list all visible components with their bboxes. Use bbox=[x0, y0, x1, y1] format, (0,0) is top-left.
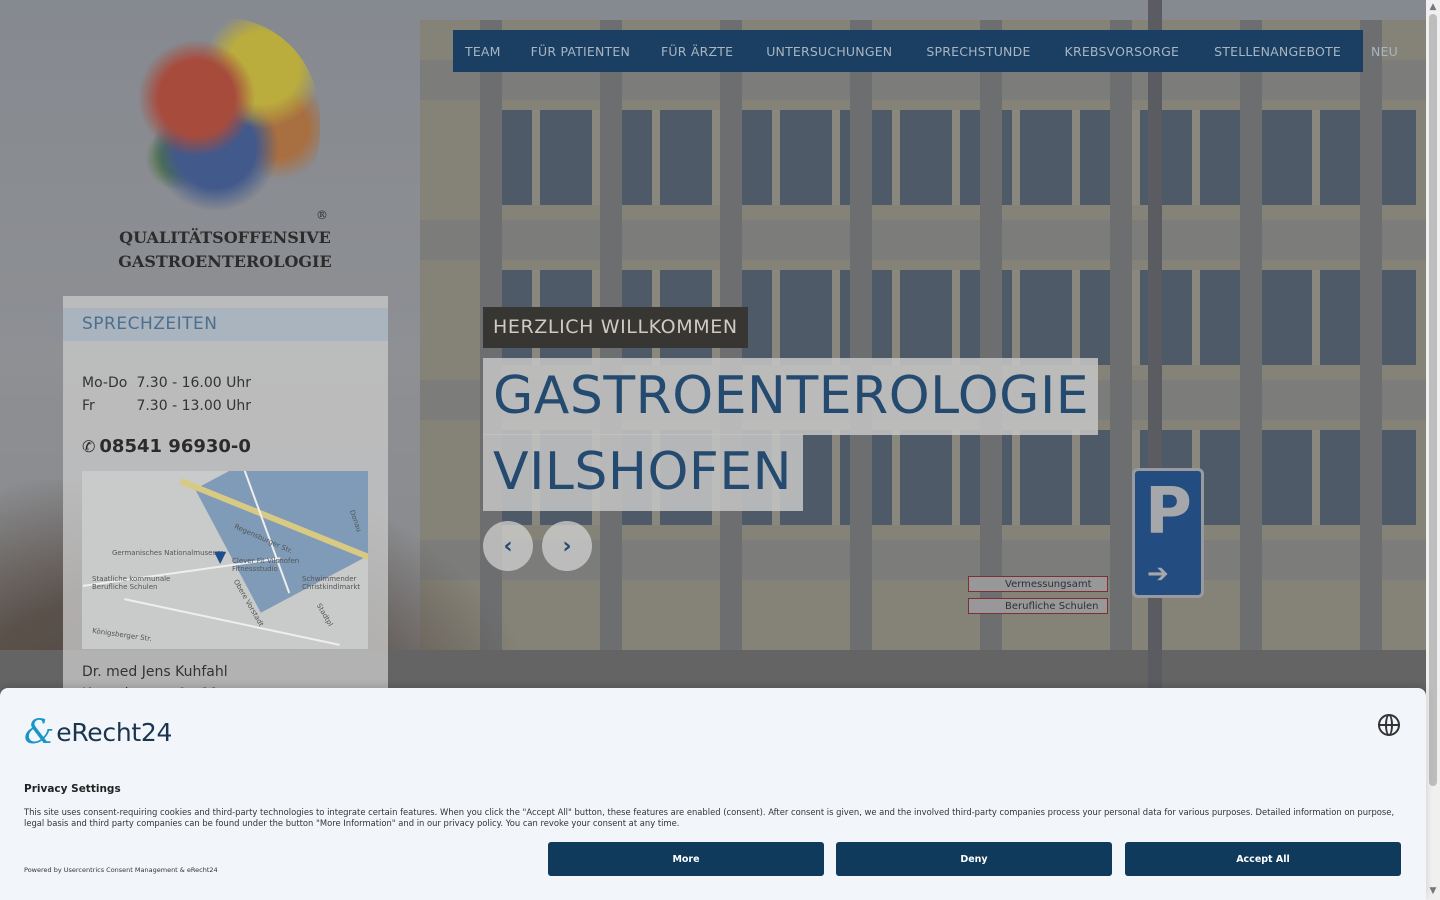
main-nav: TEAM FÜR PATIENTEN FÜR ÄRZTE UNTERSUCHUN… bbox=[453, 30, 1398, 72]
sprechzeiten-heading: SPRECHZEITEN bbox=[63, 308, 388, 341]
phone-icon: ✆ bbox=[82, 437, 96, 456]
consent-banner: & eRecht24 Privacy Settings This site us… bbox=[0, 688, 1426, 900]
welcome-banner: HERZLICH WILLKOMMEN bbox=[483, 307, 748, 348]
registered-mark: ® bbox=[316, 208, 328, 222]
map-street bbox=[124, 598, 340, 646]
map-pin-icon: ▼ bbox=[214, 547, 227, 566]
title-box-1: GASTROENTEROLOGIE bbox=[483, 358, 1098, 435]
nav-item-fuer-aerzte[interactable]: FÜR ÄRZTE bbox=[661, 44, 733, 59]
map-label: Clever Fit Vilshofen Fitnessstudio bbox=[232, 557, 300, 573]
location-map[interactable]: Regensburger Str. Königsberger Str. Germ… bbox=[82, 471, 368, 649]
hours-day: Mo-Do bbox=[82, 375, 128, 391]
nav-item-fuer-patienten[interactable]: FÜR PATIENTEN bbox=[531, 44, 630, 59]
accept-all-button[interactable]: Accept All bbox=[1125, 842, 1401, 876]
more-button[interactable]: More bbox=[548, 842, 824, 876]
nav-item-neu[interactable]: NEU bbox=[1371, 44, 1398, 59]
hero-title-line-2: VILSHOFEN bbox=[493, 442, 793, 502]
hours-row: Fr 7.30 - 13.00 Uhr bbox=[82, 395, 251, 418]
sidebar: SPRECHZEITEN Mo-Do 7.30 - 16.00 Uhr Fr 7… bbox=[63, 296, 388, 726]
doctor-name: Dr. med Jens Kuhfahl bbox=[82, 664, 228, 680]
map-label: Königsberger Str. bbox=[91, 626, 153, 644]
logo-splash-graphic bbox=[130, 18, 320, 218]
chevron-right-icon: › bbox=[562, 533, 572, 559]
nav-item-team[interactable]: TEAM bbox=[465, 44, 501, 59]
nav-item-stellenangebote[interactable]: STELLENANGEBOTE bbox=[1214, 44, 1341, 59]
slider-next-button[interactable]: › bbox=[542, 521, 592, 571]
slider-prev-button[interactable]: ‹ bbox=[483, 521, 533, 571]
title-box-2: VILSHOFEN bbox=[483, 434, 803, 511]
map-label: Staatliche kommunale Berufliche Schulen bbox=[92, 575, 171, 591]
page-scrollbar[interactable]: ▲ ▼ bbox=[1426, 0, 1440, 900]
hours-time: 7.30 - 16.00 Uhr bbox=[136, 375, 251, 391]
logo-line-2: GASTROENTEROLOGIE bbox=[118, 252, 332, 271]
hero-title-line-1: GASTROENTEROLOGIE bbox=[493, 366, 1090, 426]
map-label: Germanisches Nationalmuseum bbox=[112, 549, 224, 557]
scrollbar-thumb[interactable] bbox=[1429, 14, 1437, 786]
opening-hours: Mo-Do 7.30 - 16.00 Uhr Fr 7.30 - 13.00 U… bbox=[82, 372, 251, 418]
hours-time: 7.30 - 13.00 Uhr bbox=[136, 398, 251, 414]
logo[interactable]: ® QUALITÄTSOFFENSIVE GASTROENTEROLOGIE bbox=[110, 8, 340, 278]
map-label: Schwimmender Christkindlmarkt bbox=[302, 575, 361, 591]
brand-mark-icon: & bbox=[24, 712, 55, 752]
powered-by: Powered by Usercentrics Consent Manageme… bbox=[24, 866, 218, 874]
erecht24-logo: & eRecht24 bbox=[24, 712, 172, 752]
phone-number[interactable]: ✆ 08541 96930-0 bbox=[82, 436, 251, 457]
hours-day: Fr bbox=[82, 398, 95, 414]
scroll-up-icon[interactable]: ▲ bbox=[1428, 2, 1438, 12]
privacy-title: Privacy Settings bbox=[24, 783, 121, 795]
logo-text: QUALITÄTSOFFENSIVE GASTROENTEROLOGIE bbox=[110, 226, 340, 274]
nav-item-untersuchungen[interactable]: UNTERSUCHUNGEN bbox=[766, 44, 892, 59]
phone-text: 08541 96930-0 bbox=[99, 436, 251, 457]
hours-row: Mo-Do 7.30 - 16.00 Uhr bbox=[82, 372, 251, 395]
map-label: Stadtpl bbox=[314, 602, 335, 628]
scroll-down-icon[interactable]: ▼ bbox=[1428, 886, 1438, 896]
brand-name: eRecht24 bbox=[56, 717, 173, 747]
chevron-left-icon: ‹ bbox=[503, 533, 513, 559]
nav-item-krebsvorsorge[interactable]: KREBSVORSORGE bbox=[1065, 44, 1180, 59]
logo-line-1: QUALITÄTSOFFENSIVE bbox=[119, 228, 331, 247]
globe-icon[interactable] bbox=[1378, 714, 1400, 736]
privacy-description: This site uses consent-requiring cookies… bbox=[24, 807, 1395, 828]
nav-item-sprechstunde[interactable]: SPRECHSTUNDE bbox=[926, 44, 1030, 59]
deny-button[interactable]: Deny bbox=[836, 842, 1112, 876]
